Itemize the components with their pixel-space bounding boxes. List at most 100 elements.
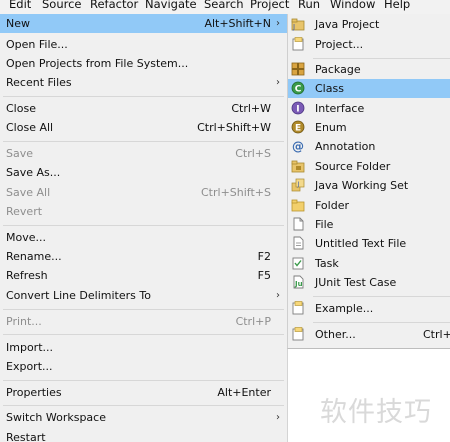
- menu-item-label: Revert: [6, 205, 43, 218]
- project-icon: [292, 37, 304, 51]
- menu-separator: [3, 225, 284, 226]
- chevron-right-icon: ›: [276, 290, 280, 301]
- menu-item-label: Open File...: [6, 38, 68, 51]
- submenu-item-label: Java Working Set: [315, 179, 409, 192]
- menu-item-label: Restart: [6, 431, 46, 442]
- class-icon: C: [291, 81, 305, 95]
- menu-item-label: Save: [6, 147, 34, 160]
- menu-refactor[interactable]: Refactor: [90, 0, 138, 11]
- menu-source[interactable]: Source: [42, 0, 82, 11]
- task-icon: [292, 257, 304, 270]
- menu-edit[interactable]: Edit: [9, 0, 31, 11]
- menu-item-switch-workspace[interactable]: Switch Workspace ›: [0, 408, 287, 427]
- menu-help[interactable]: Help: [384, 0, 410, 11]
- submenu-item-file[interactable]: File: [288, 215, 450, 234]
- submenu-item-java-working-set[interactable]: J Java Working Set: [288, 176, 450, 195]
- submenu-item-label: File: [315, 218, 334, 231]
- submenu-item-interface[interactable]: I Interface: [288, 99, 450, 118]
- submenu-item-folder[interactable]: Folder: [288, 196, 450, 215]
- menu-item-revert: Revert: [0, 202, 287, 221]
- submenu-item-annotation[interactable]: @ Annotation: [288, 137, 450, 156]
- junit-icon: Ju: [293, 275, 304, 289]
- shortcut-label: Alt+Shift+N: [204, 17, 271, 30]
- svg-text:Ju: Ju: [294, 280, 303, 288]
- menu-item-open-projects[interactable]: Open Projects from File System...: [0, 54, 287, 73]
- menu-item-save-all: Save All Ctrl+Shift+S: [0, 183, 287, 202]
- submenu-item-package[interactable]: Package: [288, 60, 450, 79]
- menu-project[interactable]: Project: [250, 0, 289, 11]
- menu-item-print: Print... Ctrl+P: [0, 312, 287, 331]
- submenu-item-label: Java Project: [315, 18, 380, 31]
- menu-run[interactable]: Run: [298, 0, 320, 11]
- submenu-item-task[interactable]: Task: [288, 254, 450, 273]
- menu-separator: [3, 405, 284, 406]
- working-set-icon: J: [291, 178, 305, 192]
- menu-item-refresh[interactable]: Refresh F5: [0, 266, 287, 285]
- submenu-item-untitled-text-file[interactable]: Untitled Text File: [288, 234, 450, 253]
- menu-item-move[interactable]: Move...: [0, 228, 287, 247]
- svg-text:J: J: [297, 181, 300, 188]
- example-icon: [292, 301, 304, 315]
- menu-item-convert-line-delimiters[interactable]: Convert Line Delimiters To ›: [0, 286, 287, 305]
- menu-item-rename[interactable]: Rename... F2: [0, 247, 287, 266]
- submenu-item-other[interactable]: Other... Ctrl+N: [288, 325, 450, 344]
- menu-item-label: Switch Workspace: [6, 411, 106, 424]
- menu-item-import[interactable]: Import...: [0, 338, 287, 357]
- source-folder-icon: [291, 160, 305, 173]
- submenu-item-label: Class: [315, 82, 344, 95]
- folder-icon: [291, 199, 305, 212]
- shortcut-label: Alt+Enter: [217, 386, 271, 399]
- submenu-item-enum[interactable]: E Enum: [288, 118, 450, 137]
- menu-separator: [313, 296, 450, 297]
- menu-item-label: Close All: [6, 121, 54, 134]
- svg-text:@: @: [292, 140, 304, 154]
- menu-item-close[interactable]: Close Ctrl+W: [0, 99, 287, 118]
- menu-navigate[interactable]: Navigate: [145, 0, 197, 11]
- menu-item-label: Rename...: [6, 250, 62, 263]
- svg-text:C: C: [295, 85, 302, 95]
- menu-item-save-as[interactable]: Save As...: [0, 163, 287, 182]
- menu-item-export[interactable]: Export...: [0, 357, 287, 376]
- submenu-item-label: Example...: [315, 302, 374, 315]
- menu-separator: [313, 322, 450, 323]
- chevron-right-icon: ›: [276, 77, 280, 88]
- text-file-icon: [293, 236, 304, 250]
- submenu-item-java-project[interactable]: J Java Project: [288, 15, 450, 34]
- file-menu: New Alt+Shift+N › Open File... Open Proj…: [0, 14, 288, 442]
- menu-item-properties[interactable]: Properties Alt+Enter: [0, 383, 287, 402]
- menu-separator: [3, 96, 284, 97]
- menu-separator: [3, 141, 284, 142]
- menu-search[interactable]: Search: [204, 0, 244, 11]
- enum-icon: E: [291, 120, 305, 134]
- menu-window[interactable]: Window: [330, 0, 375, 11]
- menu-item-close-all[interactable]: Close All Ctrl+Shift+W: [0, 118, 287, 137]
- menu-item-label: Move...: [6, 231, 46, 244]
- menu-item-label: Save As...: [6, 166, 61, 179]
- menu-item-label: Import...: [6, 341, 53, 354]
- menu-item-restart[interactable]: Restart: [0, 428, 287, 442]
- submenu-item-class[interactable]: C Class: [288, 79, 450, 98]
- submenu-item-source-folder[interactable]: Source Folder: [288, 157, 450, 176]
- menu-item-new[interactable]: New Alt+Shift+N ›: [0, 14, 287, 33]
- menu-item-label: Open Projects from File System...: [6, 57, 189, 70]
- submenu-item-project[interactable]: Project...: [288, 35, 450, 54]
- submenu-item-label: Annotation: [315, 140, 376, 153]
- menu-separator: [3, 380, 284, 381]
- menu-item-open-file[interactable]: Open File...: [0, 35, 287, 54]
- other-icon: [292, 327, 304, 341]
- shortcut-label: Ctrl+W: [231, 102, 271, 115]
- menu-separator: [313, 58, 450, 59]
- annotation-icon: @: [292, 140, 304, 154]
- shortcut-label: Ctrl+Shift+S: [201, 186, 271, 199]
- menu-item-label: Refresh: [6, 269, 48, 282]
- submenu-item-label: Package: [315, 63, 361, 76]
- menu-item-recent-files[interactable]: Recent Files ›: [0, 73, 287, 92]
- submenu-item-example[interactable]: Example...: [288, 299, 450, 318]
- shortcut-label: Ctrl+P: [235, 315, 271, 328]
- submenu-item-junit-test-case[interactable]: Ju JUnit Test Case: [288, 273, 450, 292]
- submenu-item-label: JUnit Test Case: [315, 276, 397, 289]
- watermark-text: 软件技巧: [320, 397, 432, 428]
- submenu-item-label: Folder: [315, 199, 349, 212]
- menu-item-label: Convert Line Delimiters To: [6, 289, 151, 302]
- shortcut-label: F5: [257, 269, 271, 282]
